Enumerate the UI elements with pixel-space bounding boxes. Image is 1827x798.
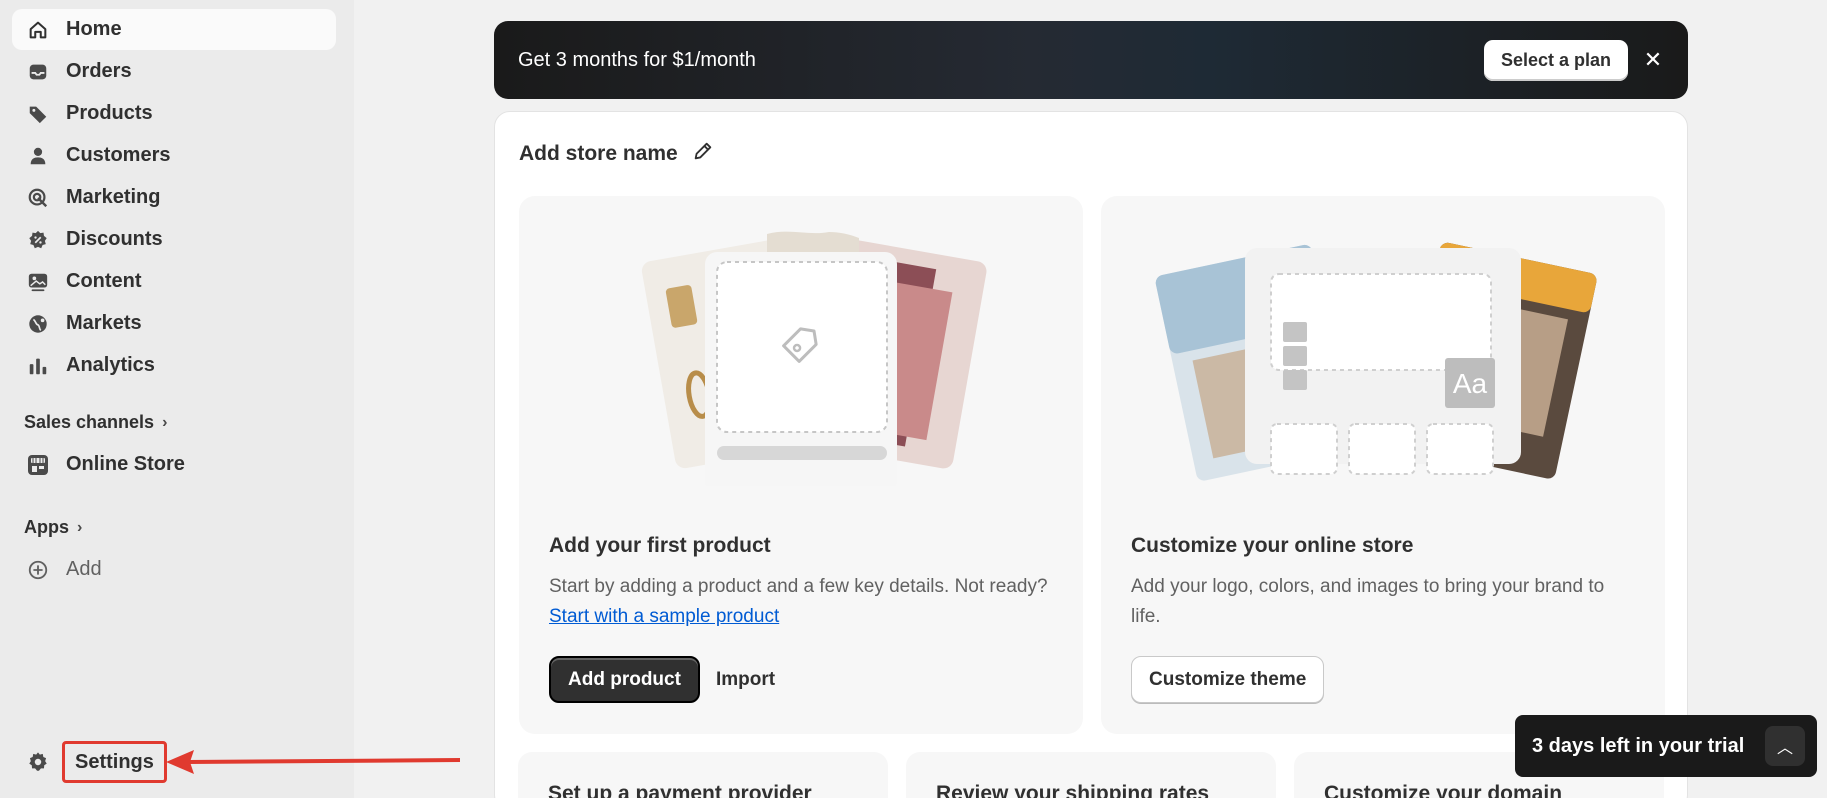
globe-icon xyxy=(26,312,50,336)
sidebar-item-label: Products xyxy=(66,102,153,124)
sample-product-link[interactable]: Start with a sample product xyxy=(549,606,779,627)
chevron-right-icon: › xyxy=(77,518,83,536)
trial-text: 3 days left in your trial xyxy=(1532,734,1745,757)
sidebar-item-customers[interactable]: Customers xyxy=(12,135,336,176)
product-illustration xyxy=(641,231,987,486)
task-tile-payment[interactable]: Set up a payment provider xyxy=(518,752,888,798)
task-title: Review your shipping rates xyxy=(936,782,1210,798)
card-title: Add your first product xyxy=(549,534,771,557)
sidebar-item-label: Add xyxy=(66,558,102,580)
import-button[interactable]: Import xyxy=(699,656,792,703)
sidebar-item-label: Customers xyxy=(66,144,171,166)
aa-text: Aa xyxy=(1453,368,1488,399)
settings-highlight-box: Settings xyxy=(62,741,167,783)
task-title: Customize your domain xyxy=(1324,782,1563,798)
target-icon xyxy=(26,186,50,210)
card-title: Customize your online store xyxy=(1131,534,1414,557)
add-product-button[interactable]: Add product xyxy=(549,656,700,703)
annotation-arrow xyxy=(166,750,460,774)
store-name-row[interactable]: Add store name xyxy=(519,140,714,167)
task-tile-shipping[interactable]: Review your shipping rates xyxy=(906,752,1276,798)
sidebar-item-label: Markets xyxy=(66,312,142,334)
sidebar-item-products[interactable]: Products xyxy=(12,93,336,134)
sidebar-item-label: Home xyxy=(66,18,122,40)
promo-banner: Get 3 months for $1/month Select a plan … xyxy=(494,21,1688,99)
sidebar-item-content[interactable]: Content xyxy=(12,261,336,302)
sidebar-item-home[interactable]: Home xyxy=(12,9,336,50)
sidebar-item-settings[interactable]: Settings xyxy=(12,741,167,783)
apps-header[interactable]: Apps › xyxy=(24,517,82,538)
add-product-card: Add your first product Start by adding a… xyxy=(519,196,1083,734)
customize-theme-button[interactable]: Customize theme xyxy=(1131,656,1325,703)
close-icon[interactable]: ✕ xyxy=(1642,47,1664,72)
select-plan-button[interactable]: Select a plan xyxy=(1483,40,1628,81)
image-icon xyxy=(26,270,50,294)
sidebar-item-marketing[interactable]: Marketing xyxy=(12,177,336,218)
store-icon xyxy=(26,453,50,477)
store-name-prompt: Add store name xyxy=(519,141,678,165)
tag-icon xyxy=(26,102,50,126)
settings-label: Settings xyxy=(75,750,154,773)
theme-illustration: Aa xyxy=(1155,242,1597,481)
sidebar-item-analytics[interactable]: Analytics xyxy=(12,345,336,386)
pencil-icon[interactable] xyxy=(692,140,714,167)
sidebar: Home Orders Products Customers Marketing… xyxy=(0,0,354,798)
sidebar-item-label: Analytics xyxy=(66,354,155,376)
sidebar-item-label: Orders xyxy=(66,60,132,82)
sidebar-item-label: Online Store xyxy=(66,453,185,475)
card-desc-text: Start by adding a product and a few key … xyxy=(549,576,1048,597)
sidebar-item-orders[interactable]: Orders xyxy=(12,51,336,92)
card-description: Start by adding a product and a few key … xyxy=(549,572,1049,632)
sidebar-item-label: Discounts xyxy=(66,228,163,250)
sidebar-item-label: Marketing xyxy=(66,186,161,208)
chevron-right-icon: › xyxy=(162,413,168,431)
apps-label: Apps xyxy=(24,517,69,537)
sidebar-item-online-store[interactable]: Online Store xyxy=(12,444,336,485)
discount-icon xyxy=(26,228,50,252)
setup-card: Add store name Add your first product St… xyxy=(494,111,1688,798)
customize-store-card: Aa Customize your online store Add your … xyxy=(1101,196,1665,734)
promo-text: Get 3 months for $1/month xyxy=(518,48,756,71)
sales-channels-header[interactable]: Sales channels › xyxy=(24,412,167,433)
bar-chart-icon xyxy=(26,354,50,378)
trial-toast[interactable]: 3 days left in your trial ︿ xyxy=(1515,715,1817,777)
chevron-up-icon[interactable]: ︿ xyxy=(1765,726,1805,766)
gear-icon xyxy=(26,750,50,774)
plus-circle-icon xyxy=(26,558,50,582)
card-description: Add your logo, colors, and images to bri… xyxy=(1131,576,1605,627)
person-icon xyxy=(26,144,50,168)
sales-channels-label: Sales channels xyxy=(24,412,155,432)
sidebar-item-label: Content xyxy=(66,270,142,292)
sidebar-item-discounts[interactable]: Discounts xyxy=(12,219,336,260)
sidebar-item-add-app[interactable]: Add xyxy=(12,549,336,590)
sidebar-item-markets[interactable]: Markets xyxy=(12,303,336,344)
home-icon xyxy=(26,18,50,42)
task-title: Set up a payment provider xyxy=(548,782,812,798)
inbox-icon xyxy=(26,60,50,84)
